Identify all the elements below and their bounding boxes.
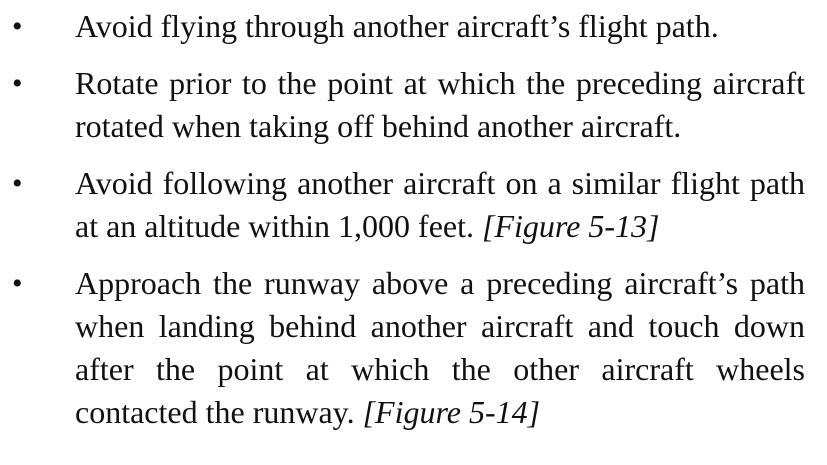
item-text: Rotate prior to the point at which the p… xyxy=(75,65,805,144)
list-item: • Rotate prior to the point at which the… xyxy=(12,62,805,148)
bullet-icon: • xyxy=(12,267,23,300)
list-item-text: Avoid following another aircraft on a si… xyxy=(75,162,805,248)
item-text: Avoid flying through another aircraft’s … xyxy=(75,8,719,44)
list-item: • Approach the runway above a preceding … xyxy=(12,262,805,434)
bullet-icon: • xyxy=(12,67,23,100)
item-text: Avoid following another aircraft on a si… xyxy=(75,165,805,244)
bullet-icon: • xyxy=(12,10,23,43)
list-item-text: Rotate prior to the point at which the p… xyxy=(75,62,805,148)
figure-reference: [Figure 5-13] xyxy=(482,208,660,244)
document-page: • Avoid flying through another aircraft’… xyxy=(0,0,827,465)
list-item: • Avoid flying through another aircraft’… xyxy=(12,5,805,48)
bullet-list: • Avoid flying through another aircraft’… xyxy=(12,5,805,434)
list-item-text: Approach the runway above a preceding ai… xyxy=(75,262,805,434)
list-item: • Avoid following another aircraft on a … xyxy=(12,162,805,248)
list-item-text: Avoid flying through another aircraft’s … xyxy=(75,5,805,48)
figure-reference: [Figure 5-14] xyxy=(362,394,541,430)
bullet-icon: • xyxy=(12,167,23,200)
